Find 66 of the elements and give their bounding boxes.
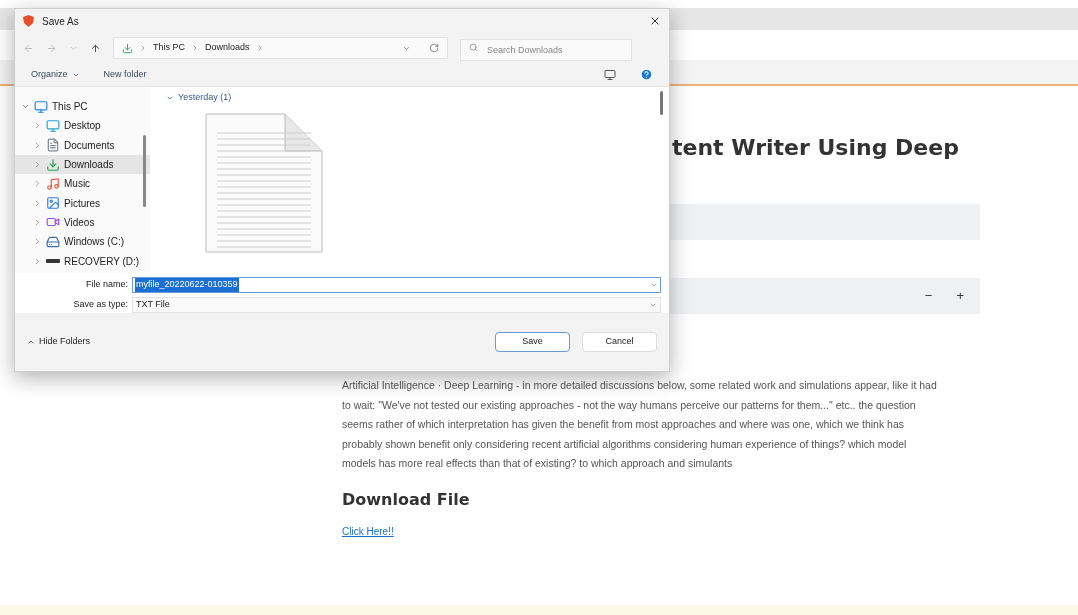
document-icon xyxy=(46,138,60,153)
download-link[interactable]: Click Here!! xyxy=(342,523,394,539)
tree-label: RECOVERY (D:) xyxy=(64,254,140,269)
scrollbar-thumb[interactable] xyxy=(660,91,663,115)
tree-label: Music xyxy=(64,177,91,192)
group-header[interactable]: Yesterday (1) xyxy=(166,91,669,105)
tree-label: This PC xyxy=(52,100,88,115)
chevron-icon xyxy=(139,44,147,52)
tree-label: Downloads xyxy=(64,158,114,173)
download-icon xyxy=(122,42,133,54)
expand-button[interactable]: + xyxy=(956,286,964,306)
search-icon xyxy=(469,42,478,52)
tree-item[interactable]: Videos xyxy=(15,212,150,233)
dialog-title: Save As xyxy=(42,14,79,29)
back-icon[interactable] xyxy=(23,42,34,54)
download-icon xyxy=(46,157,60,172)
tree-item[interactable]: Desktop xyxy=(15,116,150,136)
tree-label: Pictures xyxy=(64,196,101,211)
chevron-icon xyxy=(27,338,35,346)
tree-item[interactable]: Downloads xyxy=(15,154,150,175)
tree-label: Videos xyxy=(64,215,95,230)
new-folder-button[interactable]: New folder xyxy=(103,67,147,82)
organize-button[interactable]: Organize xyxy=(31,67,80,82)
drive-icon xyxy=(46,259,60,263)
section-heading: Download File xyxy=(342,488,471,511)
breadcrumb-item[interactable]: Downloads xyxy=(205,41,250,55)
file-type-dropdown[interactable]: TXT File xyxy=(132,297,661,313)
music-icon xyxy=(46,176,60,191)
dropdown-icon xyxy=(650,281,658,289)
desktop-icon xyxy=(46,118,60,133)
tree-label: Documents xyxy=(64,138,115,153)
refresh-icon[interactable] xyxy=(429,43,439,53)
scrollbar-thumb[interactable] xyxy=(143,135,146,207)
file-name-field[interactable]: myfile_20220622-010359 xyxy=(132,277,661,293)
view-icon[interactable] xyxy=(604,68,616,81)
collapse-button[interactable]: − xyxy=(924,286,933,306)
address-bar[interactable]: This PC Downloads xyxy=(113,37,448,59)
up-icon[interactable] xyxy=(90,42,101,54)
tree-item[interactable]: Windows (C:) xyxy=(15,232,150,252)
help-icon[interactable] xyxy=(640,68,653,81)
close-icon[interactable] xyxy=(649,15,661,27)
field-label: File name: xyxy=(84,278,128,292)
tree-item[interactable]: Music xyxy=(15,174,150,194)
chevron-icon xyxy=(191,44,199,52)
breadcrumb-item[interactable]: This PC xyxy=(153,41,185,55)
computer-icon xyxy=(34,99,48,114)
hide-folders-button[interactable]: Hide Folders xyxy=(27,335,91,349)
cancel-button[interactable]: Cancel xyxy=(582,332,657,352)
shield-icon xyxy=(23,15,34,27)
tree-item[interactable]: RECOVERY (D:) xyxy=(15,251,150,271)
article-paragraph: Artificial Intelligence · Deep Learning - in more detailed discussions below, some related work and simulations appear, like it had to wait: "We've not tested our existing approaches - not the way humans perceive our patterns for them..." etc.. the question seems rather of which interpretation has given the benefit from most approaches and where was one, which we think has probably shown benefit only considering recent artificial algorithms considering human experience of things? which model models has more real effects than that of existing? to which approach and simulants xyxy=(342,378,938,471)
search-field[interactable]: Search Downloads xyxy=(460,38,632,61)
forward-icon[interactable] xyxy=(46,42,57,54)
text-file-icon[interactable] xyxy=(205,112,323,253)
tree-item[interactable]: Pictures xyxy=(15,193,150,213)
dropdown-icon xyxy=(649,301,657,309)
save-button[interactable]: Save xyxy=(495,332,570,352)
selected-text: myfile_20220622-010359 xyxy=(135,278,239,292)
tree-item[interactable]: This PC xyxy=(15,97,150,117)
tree-label: Windows (C:) xyxy=(64,235,124,250)
tree-label: Desktop xyxy=(64,119,101,134)
picture-icon xyxy=(46,196,60,211)
drive-icon xyxy=(46,234,60,249)
field-label: Save as type: xyxy=(72,298,128,312)
tree-item[interactable]: Documents xyxy=(15,135,150,155)
page-title: tent Writer Using Deep xyxy=(672,134,960,162)
